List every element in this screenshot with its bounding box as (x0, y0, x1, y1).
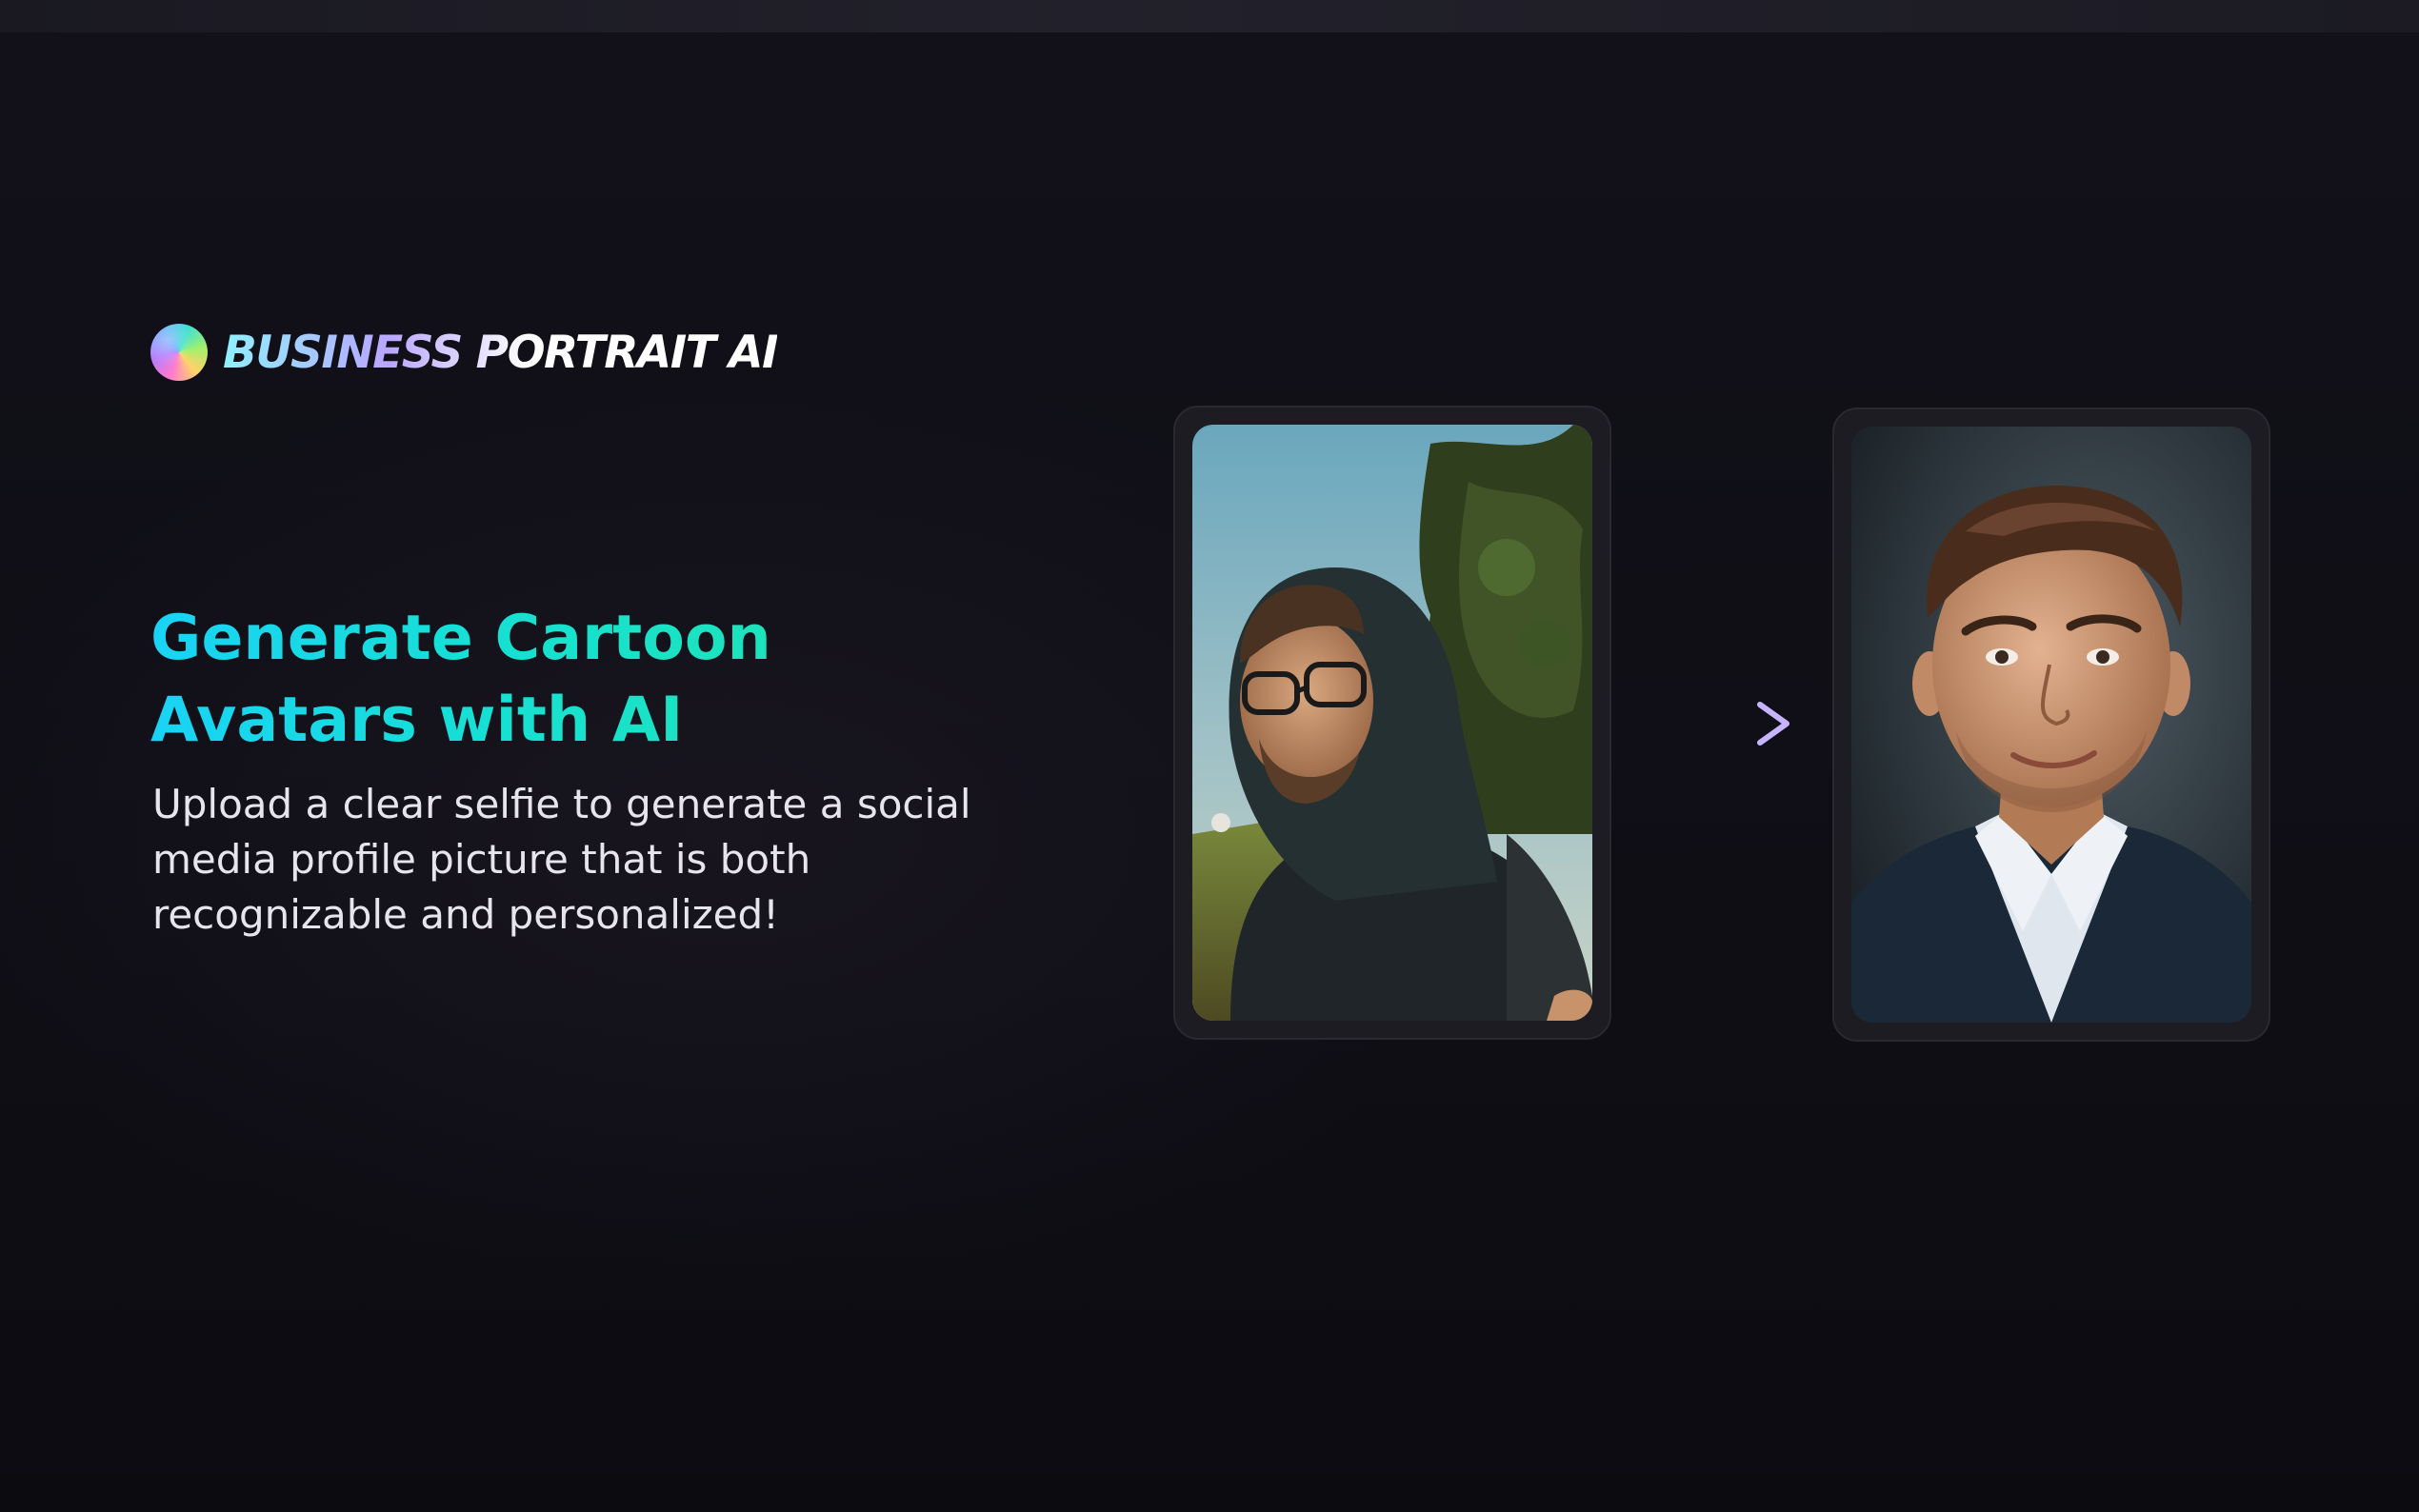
subtitle: Upload a clear selfie to generate a soci… (152, 777, 1010, 943)
brand-name: BUSINESS PORTRAIT AI (223, 326, 779, 379)
subtitle-line-1: Upload a clear selfie to generate a soci… (152, 781, 971, 827)
brand[interactable]: BUSINESS PORTRAIT AI (150, 324, 779, 381)
gradient-orb-icon (150, 324, 208, 381)
business-portrait-suit-photo (1851, 427, 2251, 1023)
headline: Generate Cartoon Avatars with AI (150, 598, 1008, 762)
input-photo-frame (1173, 406, 1611, 1040)
dashed-arrow-right-icon (1619, 695, 1800, 752)
top-bar (0, 0, 2419, 32)
selfie-outdoor-hoodie-photo (1192, 425, 1592, 1021)
subtitle-line-2: media profile picture that is both (152, 836, 811, 883)
output-photo-frame (1832, 408, 2270, 1042)
bottom-bar (0, 1474, 2419, 1512)
headline-line-2: Avatars with AI (150, 685, 684, 756)
headline-line-1: Generate Cartoon (150, 603, 771, 674)
hero-section: BUSINESS PORTRAIT AI Generate Cartoon Av… (0, 0, 2419, 1512)
subtitle-line-3: recognizable and personalized! (152, 891, 780, 938)
